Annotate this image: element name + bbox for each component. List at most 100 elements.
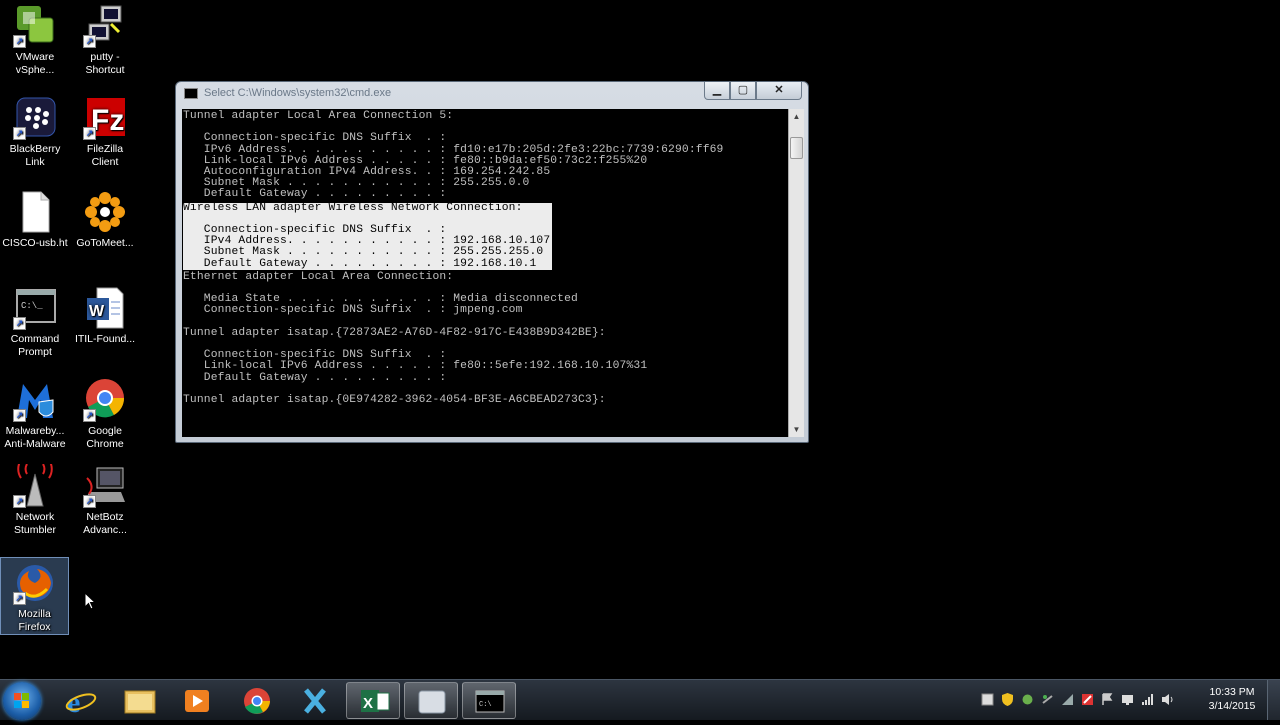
desktop-icon-vmware[interactable]: ↗ VMware vSphe...	[0, 4, 70, 77]
icon-label: Firefox	[18, 621, 51, 633]
word-document-icon: W	[83, 286, 127, 330]
tray-leaf-icon[interactable]	[1021, 693, 1034, 706]
icon-label: Google	[88, 425, 122, 437]
window-stack-icon	[418, 690, 446, 714]
console-text-block-1: Tunnel adapter Local Area Connection 5: …	[183, 110, 724, 201]
desktop-icon-cisco-usb[interactable]: CISCO-usb.ht	[0, 190, 70, 250]
filezilla-icon: Fz ↗	[83, 96, 127, 140]
console-text-block-2: Ethernet adapter Local Area Connection: …	[183, 270, 648, 407]
firefox-icon: ↗	[12, 561, 57, 605]
cmd-window[interactable]: Select C:\Windows\system32\cmd.exe ▁ ▢ ✕…	[175, 81, 809, 443]
start-button[interactable]	[3, 682, 41, 720]
scrollbar-thumb[interactable]	[790, 137, 803, 159]
svg-text:W: W	[89, 303, 105, 320]
netbotz-icon: ↗	[83, 464, 127, 508]
svg-text:X: X	[363, 695, 373, 712]
icon-label: Advanc...	[83, 524, 127, 536]
gotomeeting-icon	[83, 190, 127, 234]
mouse-cursor-icon	[84, 592, 96, 610]
desktop-icon-putty[interactable]: ↗ putty - Shortcut	[70, 4, 140, 77]
icon-label: Shortcut	[85, 64, 125, 76]
icon-label: Command	[10, 333, 60, 345]
taskbar-chrome[interactable]	[230, 682, 284, 719]
taskbar-clock[interactable]: 10:33 PM 3/14/2015	[1202, 685, 1262, 713]
scroll-up-arrow[interactable]: ▲	[789, 109, 804, 124]
blackberry-icon: ↗	[13, 96, 57, 140]
desktop-icon-command-prompt[interactable]: C:\_ ↗ Command Prompt	[0, 286, 70, 359]
system-tray: 10:33 PM 3/14/2015	[960, 680, 1280, 720]
desktop-icon-netbotz[interactable]: ↗ NetBotz Advanc...	[70, 464, 140, 537]
desktop-icon-malwarebytes[interactable]: ↗ Malwareby... Anti-Malware	[0, 378, 70, 451]
tray-display-icon[interactable]	[1121, 693, 1134, 706]
desktop-icon-itil[interactable]: W ITIL-Found...	[70, 286, 140, 346]
taskbar-window-group[interactable]	[404, 682, 458, 719]
icon-label: Prompt	[18, 346, 52, 358]
icon-label: FileZilla	[86, 143, 124, 155]
svg-text:C:\_: C:\_	[21, 301, 43, 311]
icon-label: VMware	[15, 51, 55, 63]
excel-icon: X	[361, 690, 390, 712]
tray-app-icon[interactable]	[981, 693, 994, 706]
media-player-icon	[185, 690, 209, 712]
taskbar-xmind[interactable]	[288, 682, 342, 719]
clock-date: 3/14/2015	[1208, 700, 1256, 712]
tray-flag-icon[interactable]	[1101, 693, 1114, 706]
desktop-icon-network-stumbler[interactable]: ↗ Network Stumbler	[0, 459, 70, 537]
show-desktop-button[interactable]	[1267, 680, 1280, 720]
icon-label: CISCO-usb.ht	[2, 237, 68, 249]
console-selection-highlight[interactable]: Wireless LAN adapter Wireless Network Co…	[182, 201, 788, 270]
chrome-icon: ↗	[83, 378, 127, 422]
taskbar-excel[interactable]: X	[346, 682, 400, 719]
folder-icon	[124, 690, 156, 714]
network-stumbler-icon: ↗	[13, 459, 57, 508]
windows-logo-icon	[14, 693, 29, 708]
desktop-icon-firefox[interactable]: ↗ Mozilla Firefox	[0, 557, 69, 635]
icon-label: BlackBerry	[9, 143, 61, 155]
desktop-icon-filezilla[interactable]: Fz ↗ FileZilla Client	[70, 96, 140, 169]
wifi-signal-icon[interactable]	[1141, 693, 1154, 706]
window-title: Select C:\Windows\system32\cmd.exe	[204, 87, 392, 99]
taskbar-internet-explorer[interactable]: e	[54, 682, 108, 719]
cmd-window-icon	[184, 88, 198, 99]
desktop-icon-gotomeeting[interactable]: GoToMeet...	[70, 190, 140, 250]
command-prompt-icon: C:\	[475, 690, 505, 713]
svg-text:C:\: C:\	[479, 701, 492, 709]
icon-label: ITIL-Found...	[74, 333, 136, 345]
tray-alert-icon[interactable]	[1081, 693, 1094, 706]
taskbar: e X C:\ 10:33 PM 3/14/2015	[0, 679, 1280, 720]
icon-label: NetBotz	[86, 511, 124, 523]
xmind-icon	[304, 688, 326, 714]
icon-label: Network	[15, 511, 55, 523]
tray-network-icon[interactable]	[1061, 693, 1074, 706]
shield-icon[interactable]	[1001, 693, 1014, 706]
icon-label: Chrome	[86, 438, 124, 450]
file-icon	[13, 190, 57, 234]
putty-icon: ↗	[83, 4, 127, 48]
vertical-scrollbar[interactable]: ▲ ▼	[788, 109, 804, 437]
icon-label: Anti-Malware	[4, 438, 66, 450]
close-button[interactable]: ✕	[756, 82, 802, 100]
taskbar-command-prompt[interactable]: C:\	[462, 682, 516, 719]
desktop-icon-blackberry[interactable]: ↗ BlackBerry Link	[0, 96, 70, 169]
minimize-button[interactable]: ▁	[704, 82, 730, 100]
icon-label: Malwareby...	[5, 425, 65, 437]
maximize-button[interactable]: ▢	[730, 82, 756, 100]
scroll-down-arrow[interactable]: ▼	[789, 422, 804, 437]
selected-text: Wireless LAN adapter Wireless Network Co…	[183, 201, 553, 270]
vmware-icon: ↗	[13, 4, 57, 48]
command-prompt-icon: C:\_ ↗	[13, 286, 57, 330]
icon-label: Client	[91, 156, 119, 168]
clock-time: 10:33 PM	[1209, 686, 1255, 698]
desktop-icon-chrome[interactable]: ↗ Google Chrome	[70, 378, 140, 451]
taskbar-media-player[interactable]	[170, 682, 224, 719]
icon-label: vSphe...	[15, 64, 55, 76]
icon-label: GoToMeet...	[76, 237, 134, 249]
icon-label: Stumbler	[13, 524, 56, 536]
taskbar-file-explorer[interactable]	[113, 682, 167, 719]
internet-explorer-icon: e	[65, 686, 97, 719]
volume-icon[interactable]	[1161, 693, 1174, 706]
console-output[interactable]: Tunnel adapter Local Area Connection 5: …	[182, 109, 788, 437]
tray-sync-icon[interactable]	[1041, 693, 1054, 706]
chrome-icon	[244, 688, 270, 714]
icon-label: Mozilla	[18, 608, 51, 620]
